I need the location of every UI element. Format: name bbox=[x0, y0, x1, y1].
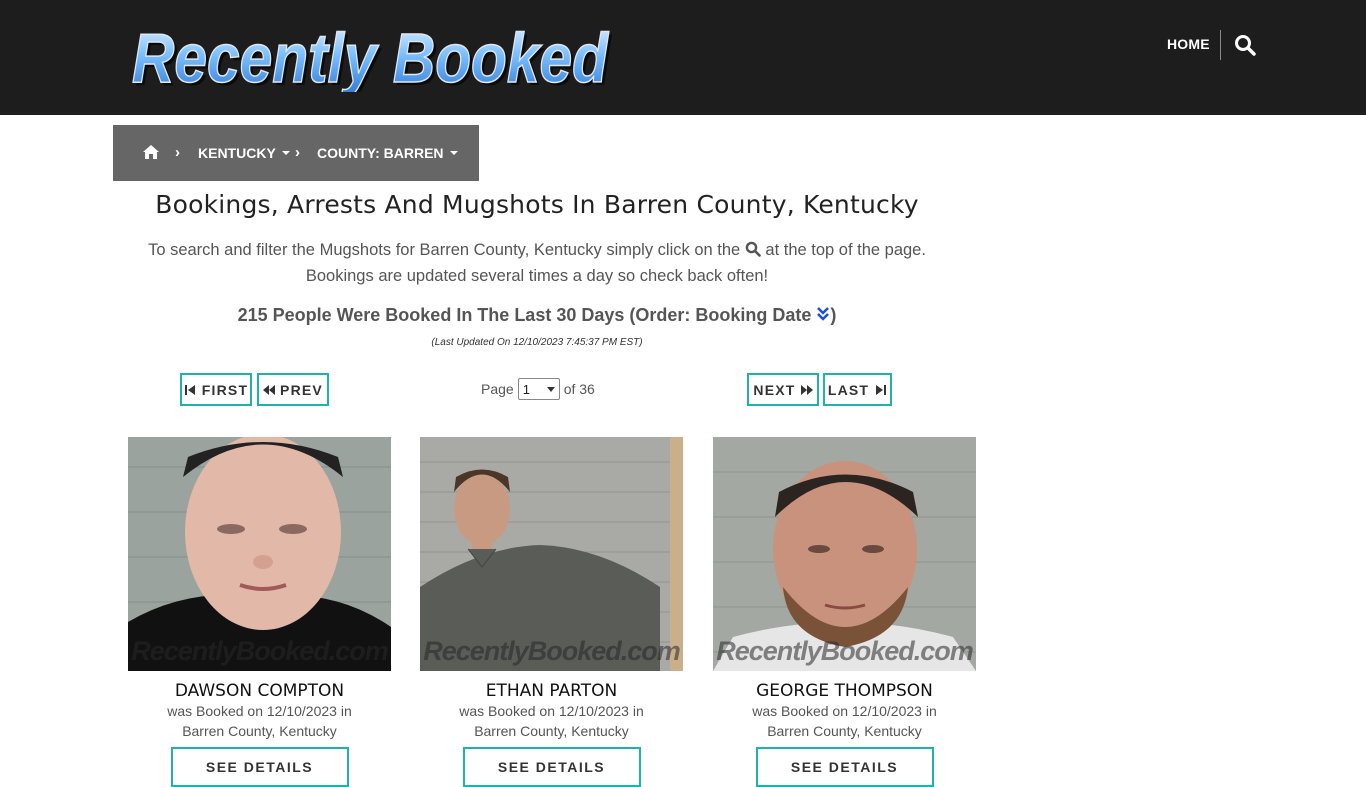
booking-count-text: 215 People Were Booked In The Last 30 Da… bbox=[237, 305, 812, 325]
booking-line2: Barren County, Kentucky bbox=[182, 723, 337, 739]
watermark: RecentlyBooked.com bbox=[716, 636, 974, 666]
intro-part1: To search and filter the Mugshots for Ba… bbox=[148, 241, 741, 259]
page-title: Bookings, Arrests And Mugshots In Barren… bbox=[155, 190, 919, 219]
last-page-icon bbox=[876, 384, 887, 395]
fast-forward-icon bbox=[800, 384, 813, 395]
next-page-button[interactable]: NEXT bbox=[747, 373, 819, 406]
person-name[interactable]: ETHAN PARTON bbox=[420, 681, 683, 701]
site-header: Recently Booked Recently Booked HOME bbox=[0, 0, 1366, 115]
nav-home-link[interactable]: HOME bbox=[1167, 36, 1210, 52]
logo-text: Recently Booked bbox=[132, 19, 609, 92]
rewind-icon bbox=[263, 384, 276, 395]
watermark: RecentlyBooked.com bbox=[131, 636, 389, 666]
booking-count: 215 People Were Booked In The Last 30 Da… bbox=[113, 305, 961, 326]
booking-line2: Barren County, Kentucky bbox=[767, 723, 922, 739]
last-updated: (Last Updated On 12/10/2023 7:45:37 PM E… bbox=[431, 337, 643, 348]
booking-card: RecentlyBooked.com ETHAN PARTON was Book… bbox=[420, 437, 683, 787]
booking-line2: Barren County, Kentucky bbox=[474, 723, 629, 739]
breadcrumb-kentucky-dropdown[interactable]: KENTUCKY bbox=[198, 145, 290, 161]
intro-text: To search and filter the Mugshots for Ba… bbox=[113, 237, 961, 289]
breadcrumb-kentucky-label: KENTUCKY bbox=[198, 145, 276, 161]
search-icon bbox=[745, 239, 761, 257]
caret-down-icon bbox=[449, 151, 458, 156]
last-label: LAST bbox=[827, 381, 870, 398]
total-pages-label: of 36 bbox=[563, 381, 595, 397]
first-page-icon bbox=[184, 384, 195, 395]
sort-order-icon[interactable] bbox=[816, 306, 830, 322]
first-label: FIRST bbox=[201, 381, 249, 398]
next-label: NEXT bbox=[753, 381, 796, 398]
intro-part2: at the top of the page. bbox=[765, 241, 926, 259]
watermark: RecentlyBooked.com bbox=[423, 636, 681, 666]
chevron-right-icon: › bbox=[175, 144, 180, 161]
page-select[interactable]: 1 bbox=[517, 378, 560, 400]
breadcrumb-county-label: COUNTY: BARREN bbox=[317, 145, 444, 161]
booking-card: RecentlyBooked.com GEORGE THOMPSON was B… bbox=[713, 437, 976, 787]
logo-graphic: Recently Booked Recently Booked bbox=[131, 18, 612, 92]
person-name[interactable]: DAWSON COMPTON bbox=[128, 681, 391, 701]
last-page-button[interactable]: LAST bbox=[823, 373, 892, 406]
intro-line2: Bookings are updated several times a day… bbox=[305, 267, 769, 285]
caret-down-icon bbox=[281, 151, 290, 156]
prev-page-button[interactable]: PREV bbox=[257, 373, 329, 406]
home-icon[interactable] bbox=[142, 144, 160, 160]
search-icon[interactable] bbox=[1234, 34, 1256, 56]
mugshot-image[interactable]: RecentlyBooked.com bbox=[128, 437, 391, 671]
booking-line1: was Booked on 12/10/2023 in bbox=[459, 703, 644, 719]
see-details-button[interactable]: SEE DETAILS bbox=[170, 747, 349, 787]
nav-divider bbox=[1220, 30, 1221, 60]
first-page-button[interactable]: FIRST bbox=[180, 373, 252, 406]
mugshot-image[interactable]: RecentlyBooked.com bbox=[420, 437, 683, 671]
chevron-right-icon: › bbox=[295, 144, 300, 161]
mugshot-image[interactable]: RecentlyBooked.com bbox=[713, 437, 976, 671]
page-selector: Page 1 of 36 bbox=[481, 378, 595, 400]
see-details-button[interactable]: SEE DETAILS bbox=[462, 747, 641, 787]
booking-line1: was Booked on 12/10/2023 in bbox=[167, 703, 352, 719]
breadcrumb-county-dropdown[interactable]: COUNTY: BARREN bbox=[317, 145, 458, 161]
prev-label: PREV bbox=[280, 381, 323, 398]
booking-card: RecentlyBooked.com DAWSON COMPTON was Bo… bbox=[128, 437, 391, 787]
booking-count-close: ) bbox=[830, 305, 837, 325]
see-details-button[interactable]: SEE DETAILS bbox=[755, 747, 934, 787]
person-name[interactable]: GEORGE THOMPSON bbox=[713, 681, 976, 701]
chevron-down-icon bbox=[546, 386, 555, 392]
page-label: Page bbox=[481, 381, 514, 397]
site-logo[interactable]: Recently Booked Recently Booked bbox=[126, 18, 616, 92]
breadcrumb: › KENTUCKY › COUNTY: BARREN bbox=[113, 125, 479, 181]
current-page-value: 1 bbox=[522, 381, 530, 397]
booking-line1: was Booked on 12/10/2023 in bbox=[752, 703, 937, 719]
